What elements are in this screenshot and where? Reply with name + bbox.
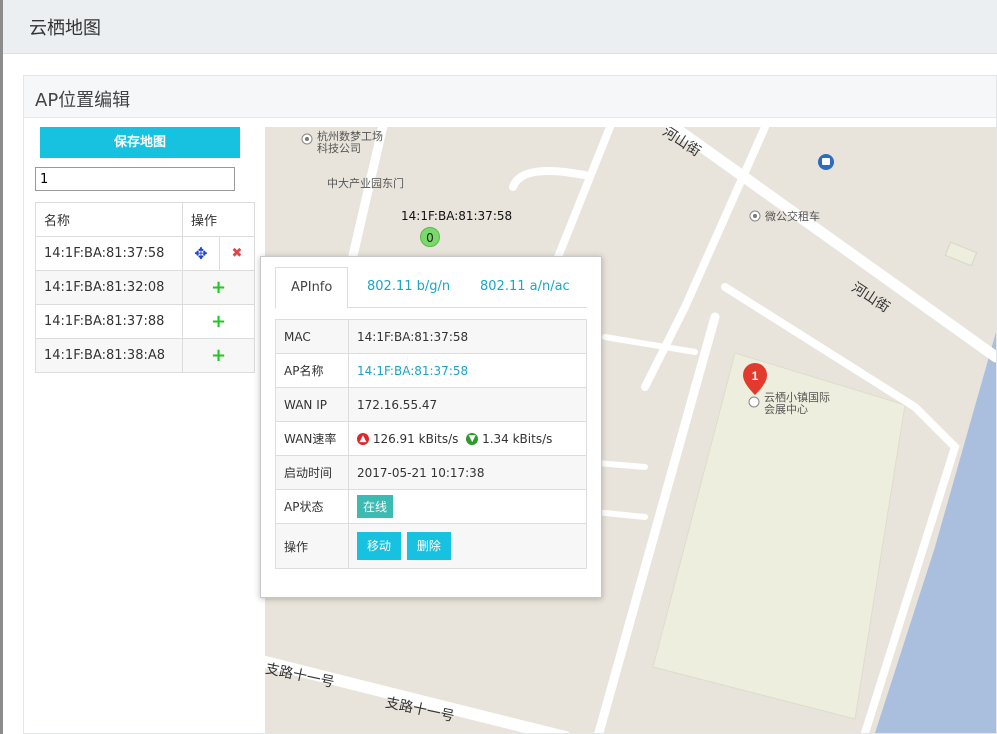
ap-name-cell: 14:1F:BA:81:38:A8 [35,338,183,373]
wan-ip-value: 172.16.55.47 [348,387,587,422]
poi-label: 会展中心 [764,403,808,416]
status-badge: 在线 [357,495,394,518]
tab-apinfo[interactable]: APInfo [275,267,349,309]
panel-header: AP位置编辑 [24,76,996,118]
save-map-button[interactable]: 保存地图 [40,127,240,158]
ap-list-table: 名称 操作 14:1F:BA:81:37:58 ✥ ✖ 14:1F:BA:81:… [35,202,255,373]
table-row: 操作 移动 删除 [275,523,587,569]
popup-tabs: APInfo 802.11 b/g/n 802.11 a/n/ac [275,267,587,309]
table-row: AP状态 在线 [275,489,587,524]
move-button[interactable]: 移动 [357,532,402,560]
map-pin-number[interactable]: 1 [752,369,759,383]
tab-80211-anac[interactable]: 802.11 a/n/ac [465,267,585,308]
ap-name-link[interactable]: 14:1F:BA:81:37:58 [357,364,468,378]
ap-name-cell: 14:1F:BA:81:37:58 [35,236,183,271]
column-header-name: 名称 [35,202,183,237]
top-bar: 云栖地图 [3,0,997,54]
wan-ip-label: WAN IP [275,387,349,422]
ap-search-input[interactable] [35,167,235,191]
mac-label: MAC [275,319,349,354]
download-speed: 1.34 kBits/s [482,431,553,446]
add-icon[interactable]: + [182,270,255,305]
table-header-row: 名称 操作 [35,202,255,237]
upload-speed: 126.91 kBits/s [372,431,459,446]
ap-name-cell: 14:1F:BA:81:37:88 [35,304,183,339]
ap-name-label: AP名称 [275,353,349,388]
panel-title: AP位置编辑 [35,90,131,111]
ap-info-popup: APInfo 802.11 b/g/n 802.11 a/n/ac MAC 14… [260,256,602,598]
download-arrow-icon: ▼ [466,433,479,445]
mac-value: 14:1F:BA:81:37:58 [348,319,587,354]
wan-speed-label: WAN速率 [275,421,349,456]
left-edge-strip [0,0,3,734]
ap-marker-label: 14:1F:BA:81:37:58 [401,209,513,223]
ap-marker[interactable]: 0 [420,227,440,247]
poi-label: 科技公司 [317,142,361,155]
table-row[interactable]: 14:1F:BA:81:32:08 + [35,270,255,305]
operation-label: 操作 [275,523,349,569]
ap-name-cell: 14:1F:BA:81:32:08 [35,270,183,305]
ap-status-label: AP状态 [275,489,349,524]
add-icon[interactable]: + [182,304,255,339]
table-row: 启动时间 2017-05-21 10:17:38 [275,455,587,490]
table-row: MAC 14:1F:BA:81:37:58 [275,319,587,354]
table-row[interactable]: 14:1F:BA:81:37:88 + [35,304,255,339]
ap-info-table: MAC 14:1F:BA:81:37:58 AP名称 14:1F:BA:81:3… [275,319,587,569]
table-row: AP名称 14:1F:BA:81:37:58 [275,353,587,388]
table-row: WAN IP 172.16.55.47 [275,387,587,422]
app-title: 云栖地图 [29,18,101,39]
table-row: WAN速率 ▲ 126.91 kBits/s ▼ 1.34 kBits/s [275,421,587,456]
table-row[interactable]: 14:1F:BA:81:38:A8 + [35,338,255,373]
add-icon[interactable]: + [182,338,255,373]
boot-time-label: 启动时间 [275,455,349,490]
delete-icon[interactable]: ✖ [219,236,255,271]
poi-label: 微公交租车 [765,210,820,223]
column-header-actions: 操作 [182,202,255,237]
poi-label: 中大产业园东门 [327,177,404,190]
move-icon[interactable]: ✥ [182,236,220,271]
delete-button[interactable]: 删除 [406,532,451,560]
upload-arrow-icon: ▲ [357,433,369,445]
table-row[interactable]: 14:1F:BA:81:37:58 ✥ ✖ [35,236,255,271]
boot-time-value: 2017-05-21 10:17:38 [348,455,587,490]
tab-80211-bgn[interactable]: 802.11 b/g/n [352,267,465,308]
